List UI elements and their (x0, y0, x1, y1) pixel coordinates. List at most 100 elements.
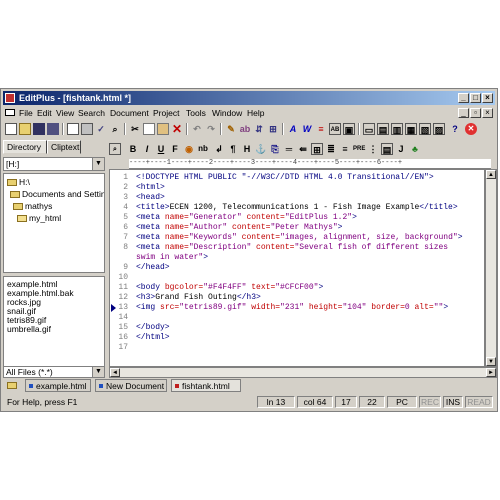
paste-icon[interactable] (157, 123, 169, 135)
open-folder-icon[interactable] (19, 123, 31, 135)
code-line[interactable]: <meta name="Description" content="Severa… (136, 243, 448, 253)
tree-item[interactable]: H:\ (7, 177, 30, 187)
horizontal-rule-icon[interactable]: ═ (283, 143, 295, 155)
underline-button[interactable]: U (155, 143, 167, 155)
help-icon[interactable]: ? (449, 123, 461, 135)
script-icon[interactable]: J (395, 143, 407, 155)
font-icon[interactable]: A (287, 123, 299, 135)
anchor-icon[interactable]: ⚓ (255, 143, 267, 155)
folder-tree[interactable]: H:\ Documents and Settings mathys my_htm… (3, 173, 105, 273)
maximize-button[interactable]: □ (470, 93, 481, 103)
tab-fishtank-html[interactable]: fishtank.html (171, 379, 241, 392)
column-select-icon[interactable]: AB (329, 123, 341, 135)
menu-tools[interactable]: Tools (186, 108, 206, 118)
code-line[interactable]: <head> (136, 193, 165, 203)
menu-search[interactable]: Search (78, 108, 105, 118)
doc-minimize-button[interactable]: _ (458, 108, 469, 118)
new-file-icon[interactable] (5, 123, 17, 135)
menu-help[interactable]: Help (247, 108, 264, 118)
menu-project[interactable]: Project (153, 108, 179, 118)
minimize-button[interactable]: _ (458, 93, 469, 103)
heading-button[interactable]: H (241, 143, 253, 155)
code-line[interactable]: <meta name="Author" content="Peter Mathy… (136, 223, 342, 233)
list-icon[interactable]: ⋮ (367, 143, 379, 155)
code-line[interactable]: <html> (136, 183, 165, 193)
tree-item[interactable]: my_html (17, 213, 61, 223)
copy-icon[interactable] (143, 123, 155, 135)
tab-cliptext[interactable]: Cliptext (47, 140, 81, 154)
menu-edit[interactable]: Edit (37, 108, 52, 118)
list-item[interactable]: umbrella.gif (7, 325, 51, 334)
stop-icon[interactable]: ✕ (465, 123, 477, 135)
code-line[interactable]: <meta name="Generator" content="EditPlus… (136, 213, 357, 223)
tab-new-document[interactable]: New Document (95, 379, 167, 392)
find-icon[interactable]: ⌕ (109, 123, 121, 135)
window-tile-icon[interactable]: ▭ (363, 123, 375, 135)
redo-icon[interactable]: ↷ (205, 123, 217, 135)
delete-icon[interactable]: ✕ (171, 123, 183, 135)
tree-item[interactable]: Documents and Settings (10, 189, 104, 199)
code-line[interactable]: </body> (136, 323, 170, 333)
nbsp-button[interactable]: nb (197, 143, 209, 155)
doc-restore-button[interactable]: ▫ (470, 108, 481, 118)
code-line[interactable]: </html> (136, 333, 170, 343)
italic-button[interactable]: I (141, 143, 153, 155)
word-wrap-icon[interactable]: W (301, 123, 313, 135)
code-line[interactable]: <!DOCTYPE HTML PUBLIC "-//W3C//DTD HTML … (136, 173, 434, 183)
form-icon[interactable]: ▤ (381, 143, 393, 155)
code-line[interactable]: </head> (136, 263, 170, 273)
undo-icon[interactable]: ↶ (191, 123, 203, 135)
fullscreen-icon[interactable]: ▨ (433, 123, 445, 135)
bookmark-icon[interactable]: ⊞ (267, 123, 279, 135)
directory-window-icon[interactable]: ▦ (405, 123, 417, 135)
align-right-icon[interactable]: ≡ (339, 143, 351, 155)
browser-view-icon[interactable]: ▣ (343, 123, 355, 135)
paragraph-icon[interactable]: ¶ (227, 143, 239, 155)
code-line[interactable]: <body bgcolor="#F4F4FF" text="#CFCF00"> (136, 283, 323, 293)
spell-check-icon[interactable]: ✓ (95, 123, 107, 135)
print-icon[interactable] (81, 123, 93, 135)
print-preview-icon[interactable] (67, 123, 79, 135)
output-window-icon[interactable]: ▧ (419, 123, 431, 135)
file-list[interactable]: example.html example.html.bak rocks.jpg … (3, 276, 105, 370)
goto-icon[interactable]: ⇵ (253, 123, 265, 135)
drive-select[interactable]: [H:] ▼ (3, 157, 105, 171)
line-number-icon[interactable]: ≡ (315, 123, 327, 135)
save-icon[interactable] (33, 123, 45, 135)
menu-file[interactable]: File (19, 108, 33, 118)
close-button[interactable]: × (482, 93, 493, 103)
scroll-right-icon[interactable]: ► (486, 368, 496, 377)
font-tag-button[interactable]: F (169, 143, 181, 155)
bold-button[interactable]: B (127, 143, 139, 155)
scroll-up-icon[interactable]: ▲ (486, 170, 496, 179)
code-line[interactable]: <meta name="Keywords" content="images, a… (136, 233, 463, 243)
folder-icon[interactable] (7, 382, 17, 389)
tab-directory[interactable]: Directory (3, 140, 47, 154)
window-list-icon[interactable]: ▥ (391, 123, 403, 135)
code-line[interactable]: <title>ECEN 1200, Telecommunications 1 -… (136, 203, 458, 213)
preformatted-button[interactable]: PRE (353, 143, 365, 155)
image-icon[interactable]: ♣ (409, 143, 421, 155)
line-break-icon[interactable]: ↲ (213, 143, 225, 155)
html-toolbar-toggle-icon[interactable]: ⌕ (109, 143, 121, 155)
vertical-scrollbar[interactable]: ▲ ▼ (485, 169, 497, 367)
align-center-icon[interactable]: ≣ (325, 143, 337, 155)
menu-window[interactable]: Window (212, 108, 242, 118)
file-filter-select[interactable]: All Files (*.*) ▼ (3, 366, 105, 378)
replace-icon[interactable]: ab (239, 123, 251, 135)
doc-close-button[interactable]: × (482, 108, 493, 118)
code-line[interactable]: <h3>Grand Fish Outing</h3> (136, 293, 261, 303)
scroll-left-icon[interactable]: ◄ (110, 368, 120, 377)
scroll-down-icon[interactable]: ▼ (486, 357, 496, 366)
comment-icon[interactable]: ⇚ (297, 143, 309, 155)
code-editor[interactable]: 1 2 3 4 5 6 7 8 9 10 11 12 13 14 15 16 17 <!DOCTYPE HTML… (109, 169, 485, 367)
chevron-down-icon[interactable]: ▼ (92, 367, 104, 377)
tab-example-html[interactable]: example.html (25, 379, 91, 392)
chevron-down-icon[interactable]: ▼ (92, 158, 104, 170)
find-text-icon[interactable]: ✎ (225, 123, 237, 135)
cut-icon[interactable]: ✂ (129, 123, 141, 135)
link-icon[interactable]: ⎘ (269, 143, 281, 155)
table-icon[interactable]: ⊞ (311, 143, 323, 155)
horizontal-scrollbar[interactable]: ◄ ► (109, 367, 497, 378)
code-line[interactable]: swim in water"> (136, 253, 208, 263)
